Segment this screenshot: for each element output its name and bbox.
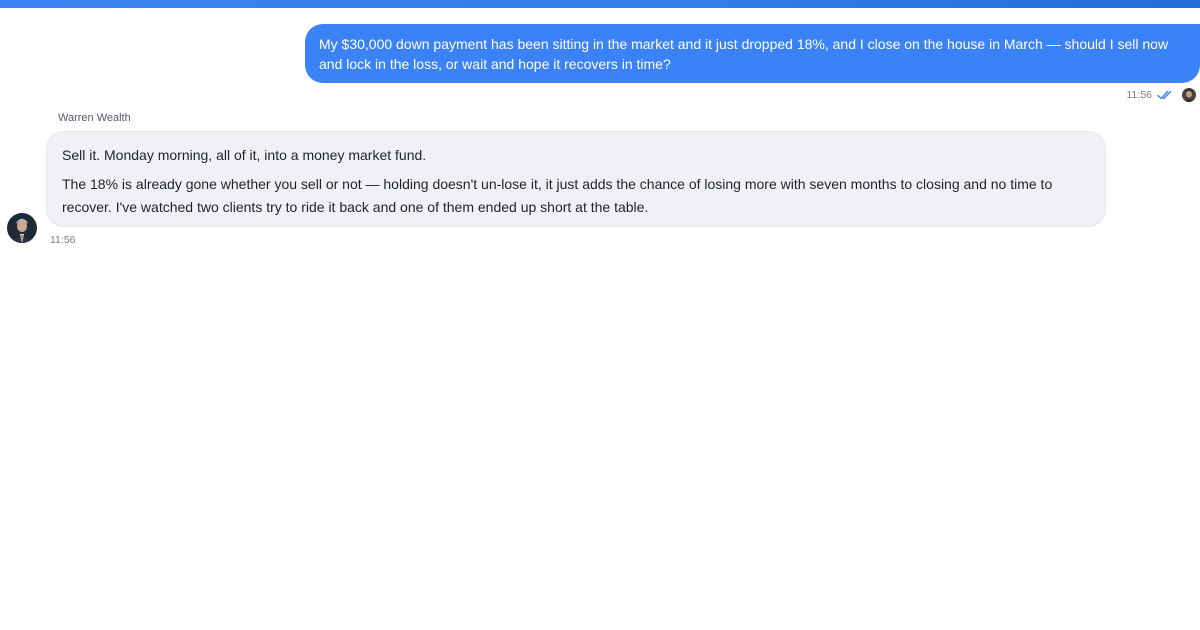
top-accent-bar: [0, 0, 1200, 8]
double-check-icon: [1157, 90, 1172, 100]
user-message-bubble: My $30,000 down payment has been sitting…: [305, 24, 1200, 83]
assistant-paragraph: Sell it. Monday morning, all of it, into…: [62, 147, 427, 163]
user-avatar[interactable]: [1182, 88, 1196, 102]
sender-name: Warren Wealth: [58, 112, 131, 124]
advisor-avatar[interactable]: [7, 213, 37, 243]
assistant-paragraph: The 18% is already gone whether you sell…: [62, 176, 1053, 215]
user-message-text: My $30,000 down payment has been sitting…: [319, 36, 1169, 72]
user-message-meta: 11:56: [1000, 87, 1200, 103]
assistant-message-time: 11:56: [50, 234, 76, 246]
assistant-message-bubble: Sell it. Monday morning, all of it, into…: [46, 131, 1106, 227]
user-message-time: 11:56: [1126, 89, 1153, 101]
